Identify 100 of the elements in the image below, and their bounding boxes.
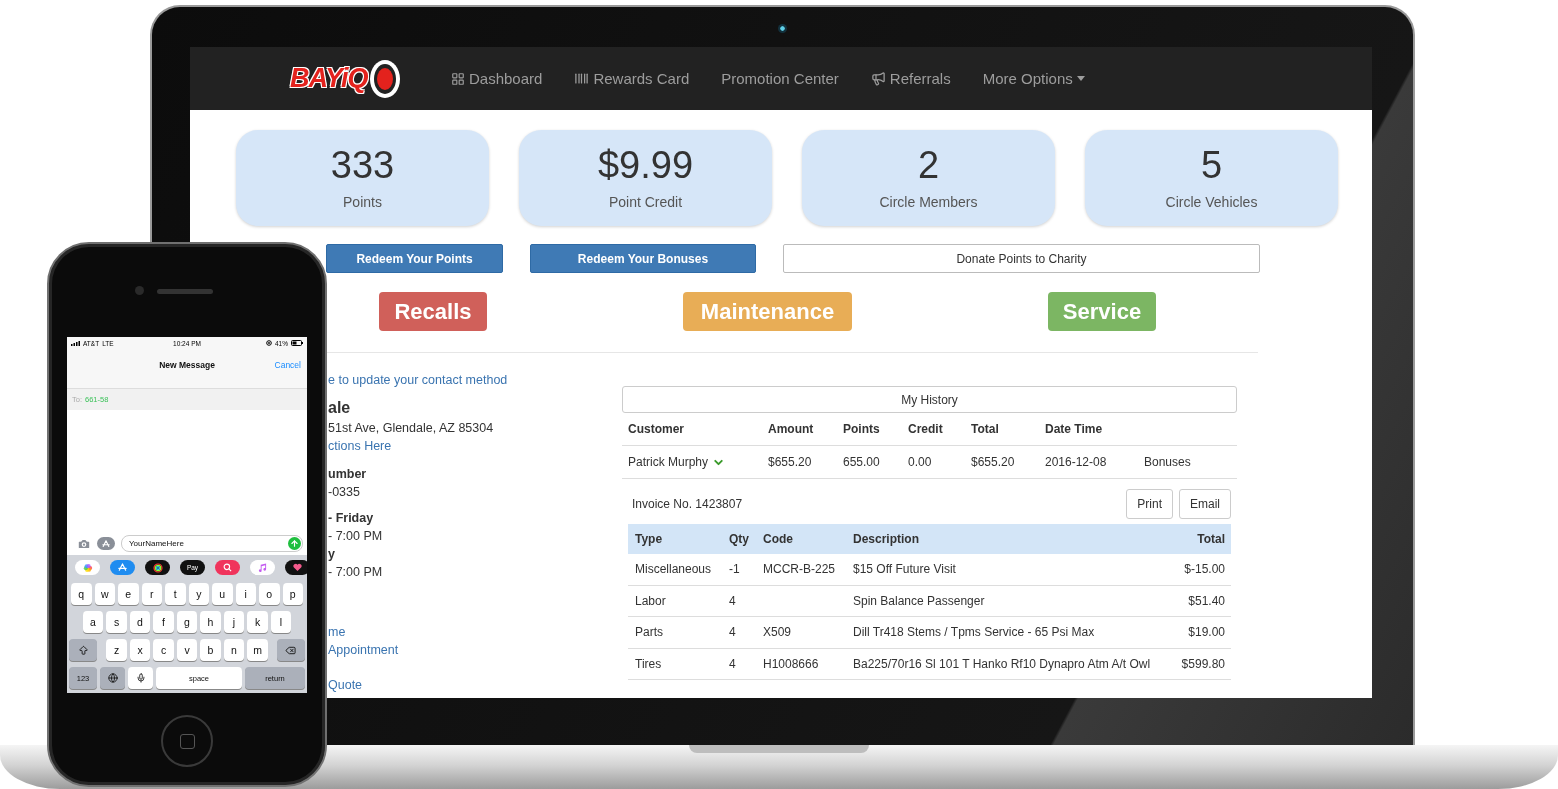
keyboard-key[interactable]: j (223, 611, 245, 633)
contact-link[interactable]: e to update your contact method (328, 371, 622, 389)
photos-app-icon[interactable] (75, 560, 100, 575)
keyboard-key[interactable]: y (188, 583, 209, 605)
panel-title: My History (622, 386, 1237, 413)
invoice-button[interactable]: Email (1179, 489, 1231, 519)
table-cell-text: 2016-12-08 (1045, 455, 1108, 469)
delete-icon (285, 644, 297, 656)
phone-speaker (157, 289, 213, 294)
column-header: Amount (768, 422, 815, 436)
table-cell-text: Labor (635, 593, 667, 608)
contact-label: - Friday (328, 510, 375, 527)
nav-link[interactable]: Promotion Center (721, 70, 839, 87)
column-header: Total (1197, 531, 1225, 546)
send-button[interactable] (288, 537, 301, 550)
contact-text: -0335 (328, 484, 361, 501)
table-cell-text: Parts (635, 625, 664, 640)
keyboard-key[interactable]: s (106, 611, 127, 633)
table-cell: $51.40 (1188, 593, 1225, 608)
megaphone-icon (870, 71, 886, 86)
stat-value: $9.99 (597, 146, 694, 184)
keyboard-key[interactable]: h (200, 611, 221, 633)
webcam-icon (778, 24, 787, 33)
activity-rings-icon[interactable] (145, 560, 170, 575)
music-note-icon[interactable] (250, 560, 275, 575)
keyboard-key[interactable]: a (82, 611, 104, 633)
stat-value: 333 (330, 146, 395, 184)
table-cell-text: X509 (763, 625, 793, 640)
table-cell-text: -1 (729, 562, 741, 577)
keyboard-key[interactable]: d (129, 611, 151, 633)
table-cell: $19.00 (1188, 625, 1225, 640)
delete-key[interactable] (276, 639, 305, 661)
keyboard-key[interactable]: c (153, 639, 174, 661)
table-cell-text: $655.20 (971, 455, 1016, 469)
contact-link[interactable]: Quote (328, 676, 622, 694)
keyboard-key[interactable]: n (223, 639, 245, 661)
action-button[interactable]: Redeem Your Bonuses (530, 244, 756, 273)
keyboard-key[interactable]: k (247, 611, 268, 633)
stat-label: Point Credit (608, 194, 683, 210)
stat-label: Circle Members (879, 194, 978, 210)
keyboard-key[interactable]: w (94, 583, 115, 605)
action-button[interactable]: Donate Points to Charity (783, 244, 1260, 273)
microphone-key[interactable] (128, 667, 153, 689)
keyboard-key[interactable]: r (141, 583, 162, 605)
table-cell: $599.80 (1181, 656, 1225, 671)
keyboard-key[interactable]: o (259, 583, 280, 605)
table-cell-text: 4 (729, 656, 737, 671)
table-cell-text: Bonuses (1144, 455, 1192, 469)
app-store-icon[interactable] (110, 560, 135, 575)
customer-name: Patrick Murphy (628, 455, 709, 469)
column-header: Description (853, 531, 920, 546)
keyboard-key[interactable]: p (282, 583, 303, 605)
keyboard-key[interactable]: z (106, 639, 127, 661)
table-cell-text: 4 (729, 593, 737, 608)
stat-label: Circle Vehicles (1165, 194, 1258, 210)
table-cell-text: Spin Balance Passenger (853, 593, 986, 608)
table-cell-text: MCCR-B-225 (763, 562, 836, 577)
stat-value: 5 (1200, 146, 1223, 184)
globe-key[interactable] (100, 667, 125, 689)
stat-value: 2 (917, 146, 940, 184)
keyboard-key[interactable]: u (212, 583, 233, 605)
keyboard-key[interactable]: t (165, 583, 186, 605)
invoice-button[interactable]: Print (1126, 489, 1173, 519)
microphone-icon (135, 673, 146, 683)
keyboard-key[interactable]: m (247, 639, 268, 661)
arrow-up-icon (290, 539, 299, 548)
table-cell-text: $655.20 (768, 455, 813, 469)
signal-icon (71, 340, 80, 346)
keyboard-key[interactable]: q (71, 583, 92, 605)
heart-app-icon[interactable] (285, 560, 307, 575)
message-field[interactable]: YourNameHere (121, 535, 303, 552)
keyboard-key[interactable]: f (153, 611, 174, 633)
nav-link[interactable]: Dashboard (451, 70, 543, 87)
category-button[interactable]: Recalls (379, 292, 487, 331)
nav-link[interactable]: Rewards Card (574, 70, 690, 87)
app-store-icon[interactable] (97, 537, 115, 550)
table-cell-text: Miscellaneous (635, 562, 713, 577)
front-camera (135, 286, 144, 295)
keyboard-key[interactable]: g (176, 611, 198, 633)
nav-link[interactable]: Referrals (870, 70, 951, 87)
keyboard-key[interactable]: b (200, 639, 221, 661)
keyboard-key[interactable]: x (129, 639, 151, 661)
contact-link[interactable]: me (328, 623, 622, 641)
barcode-icon (574, 71, 590, 86)
keyboard-key[interactable]: l (270, 611, 292, 633)
keyboard-key[interactable]: v (176, 639, 198, 661)
contact-text: - 7:00 PM (328, 528, 384, 545)
search-app-icon[interactable] (215, 560, 240, 575)
action-button[interactable]: Redeem Your Points (326, 244, 503, 273)
contact-link[interactable]: ctions Here (328, 437, 622, 455)
invoice-number: Invoice No. 1423807 (632, 497, 743, 511)
nav-link[interactable]: More Options (982, 70, 1085, 87)
column-header: Date Time (1045, 422, 1104, 436)
keyboard-key[interactable]: i (235, 583, 256, 605)
column-header: Credit (908, 422, 944, 436)
contact-link[interactable]: Appointment (328, 641, 622, 659)
contact-text: 51st Ave, Glendale, AZ 85304 (328, 420, 495, 437)
keyboard-key[interactable]: e (118, 583, 139, 605)
shift-key[interactable] (69, 639, 98, 661)
column-header: Total (971, 422, 1000, 436)
